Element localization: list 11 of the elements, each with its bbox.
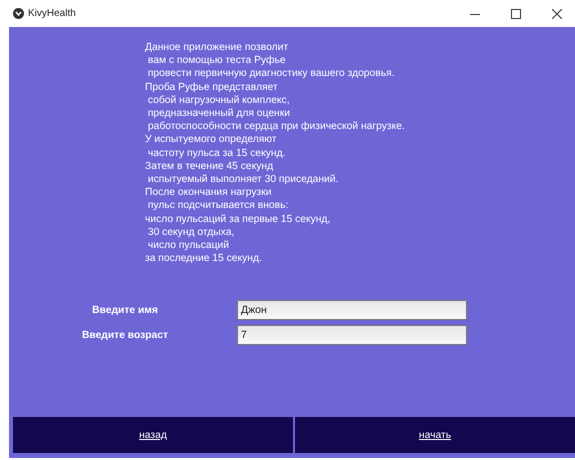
close-icon[interactable] — [552, 8, 562, 18]
window-title: KivyHealth — [28, 8, 76, 19]
maximize-icon[interactable] — [511, 8, 521, 18]
nav-button[interactable]: начать — [295, 417, 575, 453]
field-label: Введите возраст — [80, 330, 170, 341]
description-text: Данное приложение позволит вам с помощью теста Руфье провести первичную диагностику вашего здоровья. Проба Руфье представляет собой нагрузочный комплекс, предназначенный для оценки работоспособности сердца при физической нагрузке. У испытуемого определяют частоту пульса за 15 секунд. Затем в течение 45 секунд испытуемый выполняет 30 приседаний. После окончания нагрузки пульс подсчитывается вновь: число пульсаций за первые 15 секунд, 30 секунд отдыха, число пульсаций за последние 15 секунд. — [145, 41, 406, 266]
field-label: Введите имя — [91, 304, 159, 316]
input-field[interactable]: Джон — [237, 300, 467, 320]
nav-button[interactable]: назад — [13, 417, 293, 453]
input-field[interactable]: 7 — [237, 325, 467, 346]
app-icon — [13, 8, 24, 19]
